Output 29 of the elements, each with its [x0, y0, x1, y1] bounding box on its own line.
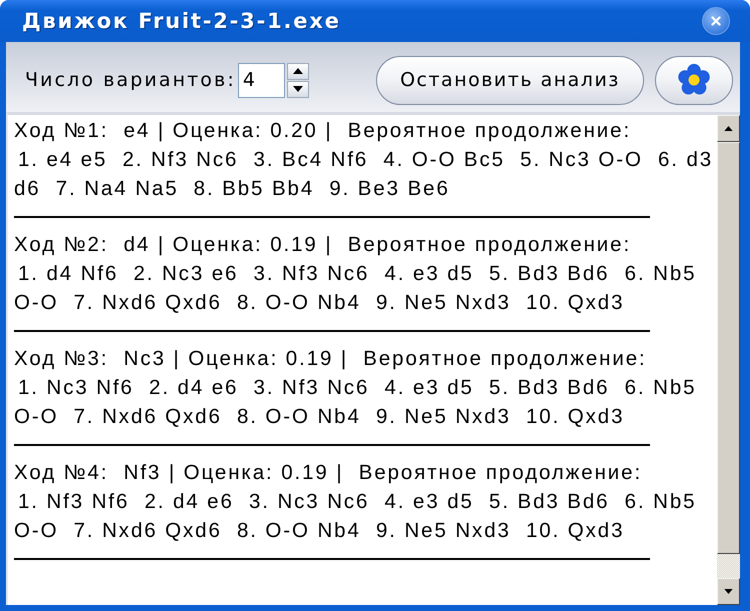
spin-up-button[interactable] [286, 62, 309, 80]
variation-line: d6 7. Na4 Na5 8. Bb5 Bb4 9. Be3 Be6 [14, 176, 451, 202]
up-arrow-icon [724, 126, 733, 131]
close-button[interactable] [702, 7, 730, 35]
move-heading: Ход №1: e4 | Оценка: 0.20 | Вероятное продолжение: [14, 118, 632, 144]
move-heading: Ход №2: d4 | Оценка: 0.19 | Вероятное продолжение: [14, 232, 632, 258]
stop-analysis-button[interactable]: Остановить анализ [376, 56, 644, 104]
variation-line: 1. e4 e5 2. Nf3 Nc6 3. Bc4 Nf6 4. O-O Bc5 5. Nc3 O-O 6. d3 [17, 147, 714, 173]
variants-label: Число вариантов: [25, 69, 236, 91]
scroll-down-button[interactable] [717, 578, 740, 605]
variation-line: O-O 7. Nxd6 Qxd6 8. O-O Nb4 9. Ne5 Nxd3 10. Qxd3 [14, 518, 626, 544]
window-title: Движок Fruit-2-3-1.exe [22, 9, 341, 33]
flower-icon [677, 63, 711, 97]
down-arrow-icon [724, 589, 733, 594]
move-heading: Ход №3: Nc3 | Оценка: 0.19 | Вероятное продолжение: [14, 346, 648, 372]
spin-down-button[interactable] [286, 80, 309, 98]
close-icon [711, 16, 721, 26]
scroll-up-button[interactable] [717, 115, 740, 142]
variation-line: O-O 7. Nxd6 Qxd6 8. O-O Nb4 9. Ne5 Nxd3 10. Qxd3 [14, 290, 626, 316]
down-arrow-icon [292, 86, 303, 92]
up-arrow-icon [292, 68, 303, 74]
flower-button[interactable] [655, 56, 733, 104]
variation-line: O-O 7. Nxd6 Qxd6 8. O-O Nb4 9. Ne5 Nxd3 10. Qxd3 [14, 404, 626, 430]
variants-input[interactable]: 4 [238, 62, 285, 98]
move-heading: Ход №4: Nf3 | Оценка: 0.19 | Вероятное продолжение: [14, 460, 644, 486]
variation-line: 1. Nf3 Nf6 2. d4 e6 3. Nc3 Nc6 4. e3 d5 5. Bd3 Bd6 6. Nb5 [17, 489, 698, 515]
scroll-thumb[interactable] [717, 142, 740, 554]
variation-line: 1. d4 Nf6 2. Nc3 e6 3. Nf3 Nc6 4. e3 d5 5. Bd3 Bd6 6. Nb5 [17, 261, 698, 287]
variation-line: 1. Nc3 Nf6 2. d4 e6 3. Nf3 Nc6 4. e3 d5 5. Bd3 Bd6 6. Nb5 [17, 375, 698, 401]
